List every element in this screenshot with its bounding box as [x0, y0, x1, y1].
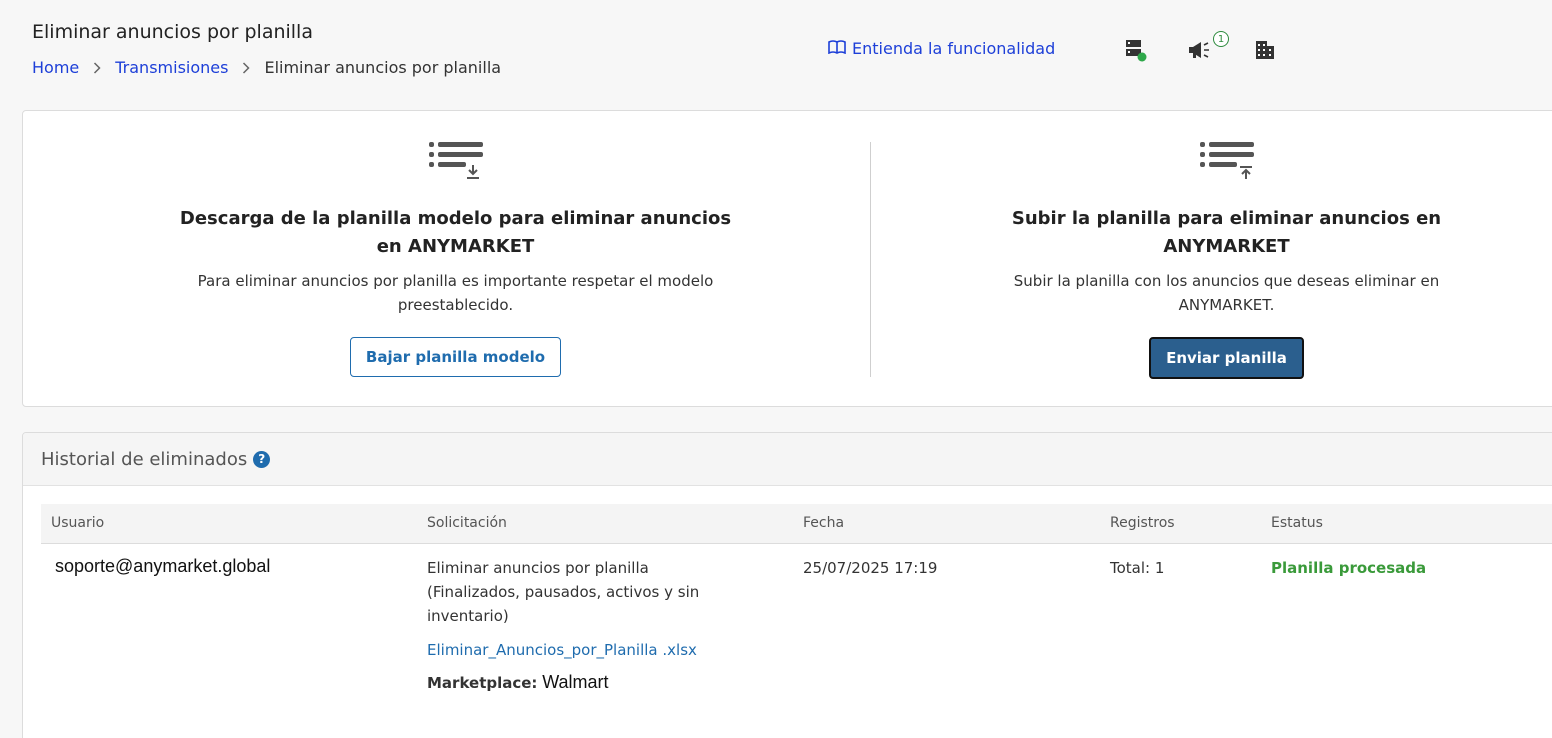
history-header: Historial de eliminados ?	[23, 433, 1552, 486]
section-divider	[870, 142, 871, 377]
help-link[interactable]: Entienda la funcionalidad	[828, 39, 1055, 58]
download-template-button[interactable]: Bajar planilla modelo	[349, 337, 562, 377]
book-icon	[828, 39, 846, 58]
list-download-icon	[178, 139, 733, 183]
megaphone-icon[interactable]	[1187, 38, 1213, 62]
question-icon[interactable]: ?	[253, 450, 271, 468]
column-header-estatus[interactable]: Estatus	[1271, 515, 1323, 531]
list-upload-icon	[978, 139, 1475, 183]
table-header: Usuario Solicitación Fecha Registros Est…	[41, 504, 1552, 544]
chevron-right-icon	[93, 61, 101, 74]
history-table: Usuario Solicitación Fecha Registros Est…	[41, 504, 1552, 738]
row-marketplace: Marketplace: Walmart	[427, 672, 609, 692]
notification-badge: 1	[1213, 31, 1229, 47]
column-header-usuario[interactable]: Usuario	[51, 515, 104, 531]
column-header-solicitacion[interactable]: Solicitación	[427, 515, 507, 531]
help-link-label: Entienda la funcionalidad	[852, 39, 1056, 58]
row-status: Planilla procesada	[1271, 559, 1427, 577]
history-card: Historial de eliminados ? Usuario Solici…	[22, 432, 1552, 738]
row-records: Total: 1	[1110, 559, 1165, 577]
server-status-icon[interactable]	[1124, 38, 1148, 62]
download-section: Descarga de la planilla modelo para elim…	[178, 111, 733, 377]
breadcrumb-current: Eliminar anuncios por planilla	[264, 58, 502, 77]
upload-section: Subir la planilla para eliminar anuncios…	[978, 111, 1475, 379]
send-planilla-button[interactable]: Enviar planilla	[1149, 337, 1304, 379]
column-header-registros[interactable]: Registros	[1110, 515, 1175, 531]
building-icon[interactable]	[1255, 38, 1275, 60]
table-row: soporte@anymarket.global Eliminar anunci…	[41, 544, 1552, 738]
breadcrumb-home-link[interactable]: Home	[32, 58, 79, 77]
column-header-fecha[interactable]: Fecha	[803, 515, 844, 531]
history-title: Historial de eliminados	[41, 448, 248, 470]
file-download-link[interactable]: Eliminar_Anuncios_por_Planilla .xlsx	[427, 638, 767, 662]
download-description: Para eliminar anuncios por planilla es i…	[197, 272, 714, 314]
row-date: 25/07/2025 17:19	[803, 559, 938, 577]
planilla-actions-card: Descarga de la planilla modelo para elim…	[22, 110, 1552, 407]
upload-title: Subir la planilla para eliminar anuncios…	[1011, 208, 1442, 257]
upload-description: Subir la planilla con los anuncios que d…	[1013, 272, 1440, 314]
breadcrumb: Home Transmisiones Eliminar anuncios por…	[32, 58, 501, 77]
page-title: Eliminar anuncios por planilla	[32, 21, 313, 43]
breadcrumb-transmisiones-link[interactable]: Transmisiones	[115, 58, 228, 77]
row-user: soporte@anymarket.global	[55, 556, 271, 576]
row-request: Eliminar anuncios por planilla (Finaliza…	[427, 556, 767, 695]
download-title: Descarga de la planilla modelo para elim…	[179, 208, 732, 257]
chevron-right-icon	[242, 61, 251, 74]
